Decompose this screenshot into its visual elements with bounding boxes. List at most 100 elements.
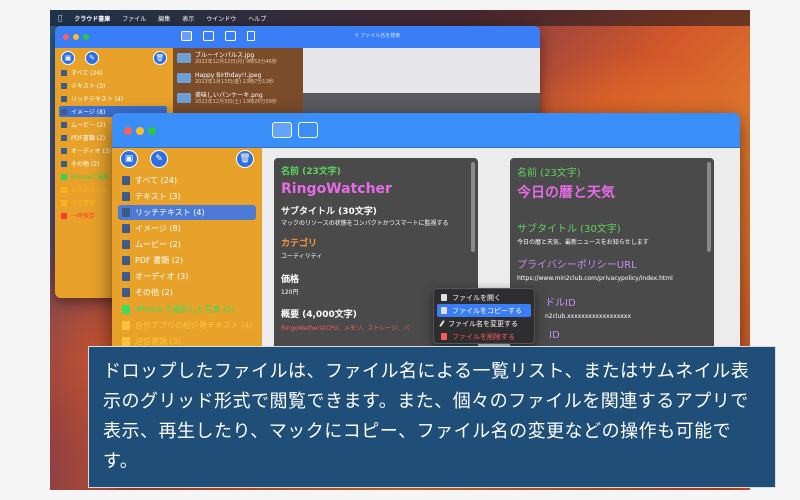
- menu-item-open-file[interactable]: ファイルを開く: [437, 291, 531, 304]
- folder-icon: [122, 176, 130, 185]
- field-value: ユーティリティ: [281, 253, 323, 260]
- scrollbar[interactable]: [707, 162, 711, 252]
- headphones-icon: [122, 272, 130, 281]
- menu-item-label: ファイルを開く: [452, 293, 501, 302]
- sidebar-item-pdf[interactable]: PDF書類 (2): [61, 133, 105, 142]
- sidebar-item-label: PDF 書類 (2): [135, 256, 184, 265]
- image-icon: [61, 108, 67, 115]
- movie-icon: [61, 121, 67, 128]
- sidebar-toggle-icon[interactable]: [225, 31, 236, 41]
- sidebar-item-label: オーディオ (3): [71, 148, 111, 155]
- menu-item-view[interactable]: 表示: [182, 14, 194, 23]
- menu-item-label: ファイルを削除する: [452, 332, 515, 341]
- folder-icon: [61, 173, 67, 180]
- apple-icon[interactable]: : [58, 14, 62, 22]
- sidebar-item-movie[interactable]: ムービー (2): [122, 239, 181, 250]
- menu-item-window[interactable]: ウインドウ: [206, 14, 236, 23]
- caption-box: ドロップしたファイルは、ファイル名による一覧リスト、またはサムネイル表示のグリッ…: [88, 346, 776, 488]
- sidebar-item-other[interactable]: その他 (2): [61, 159, 99, 168]
- sidebar-item-text[interactable]: テキスト (3): [61, 81, 105, 90]
- edit-icon[interactable]: ✎: [150, 150, 168, 168]
- sidebar-item-label: その他 (2): [71, 161, 100, 168]
- close-icon[interactable]: [124, 127, 132, 135]
- sidebar-item-iphone-photos[interactable]: iPhone で撮影した写真 (5): [122, 304, 234, 315]
- sidebar-item-iphone-photos[interactable]: iPhoneで撮影: [61, 172, 109, 181]
- sidebar-item-sent[interactable]: 送信書類: [61, 198, 95, 207]
- list-item[interactable]: 美味しいパンケーキ.png 2022年12月3日(土) 13時26分59秒: [177, 92, 277, 105]
- sidebar-item-other[interactable]: その他 (2): [122, 287, 173, 298]
- scrollbar[interactable]: [471, 162, 475, 252]
- caption-text: ドロップしたファイルは、ファイル名による一覧リスト、またはサムネイル表示のグリッ…: [103, 361, 750, 472]
- sidebar-item-movie[interactable]: ムービー (2): [61, 120, 105, 129]
- sidebar-item-label: 送信書類: [71, 200, 96, 207]
- field-value: n2club.xxxxxxxxxxxxxxxxxx: [545, 313, 632, 320]
- image-thumbnail: [177, 73, 191, 83]
- folder-icon[interactable]: ▣: [61, 51, 75, 65]
- list-item[interactable]: ブルーインパルス.jpg 2022年12月12日(月) 9時53分46秒: [177, 52, 277, 65]
- menu-item-copy-file[interactable]: ファイルをコピーする: [437, 304, 531, 317]
- zoom-icon[interactable]: [148, 127, 156, 135]
- preview-image: [303, 48, 540, 93]
- menu-item-delete-file[interactable]: ファイルを削除する: [437, 330, 531, 343]
- folder-icon: [122, 305, 130, 314]
- sidebar-item-label: 一時保存: [71, 213, 96, 220]
- sidebar-item-label: ムービー (2): [71, 122, 106, 129]
- share-icon[interactable]: [247, 31, 255, 41]
- search-placeholder: ファイル名を検索: [360, 33, 401, 39]
- folder-icon: [61, 186, 67, 193]
- context-menu: ファイルを開く ファイルをコピーする ファイル名を変更する ファイルを削除する: [433, 288, 535, 344]
- file-icon: [122, 288, 130, 297]
- menu-item-help[interactable]: ヘルプ: [248, 14, 266, 23]
- minimize-icon[interactable]: [136, 127, 144, 135]
- sidebar-item-app-text[interactable]: 自作アプリの紹介用テキスト (4): [122, 320, 253, 331]
- folder-icon[interactable]: ▣: [120, 150, 138, 168]
- image-thumbnail: [177, 53, 191, 63]
- trash-icon: [441, 333, 447, 340]
- menu-item-label: ファイルをコピーする: [452, 306, 522, 315]
- sidebar-item-label: テキスト (3): [135, 192, 181, 201]
- grid-view-icon[interactable]: [298, 122, 318, 138]
- sidebar-item-label: テキスト (3): [71, 83, 106, 90]
- sidebar-item-app-text[interactable]: 自作アプリの: [61, 185, 107, 194]
- trash-icon[interactable]: 🗑: [236, 150, 254, 168]
- close-icon[interactable]: [63, 34, 69, 40]
- file-date: 2023年1月13日(金) 13時7分13秒: [195, 79, 274, 85]
- menu-item-edit[interactable]: 編集: [158, 14, 170, 23]
- sidebar-item-image[interactable]: イメージ (8): [122, 223, 181, 234]
- minimize-icon[interactable]: [73, 34, 79, 40]
- sidebar-item-label: すべて (24): [135, 176, 178, 185]
- search-input[interactable]: ⚲ ファイル名を検索: [355, 32, 495, 42]
- window-controls: [124, 127, 156, 135]
- field-label: 名前 (23文字): [281, 167, 341, 177]
- zoom-icon[interactable]: [83, 34, 89, 40]
- file-name: ブルーインパルス.jpg: [195, 52, 255, 59]
- sidebar-item-all[interactable]: すべて (24): [61, 68, 103, 77]
- richtext-icon: [61, 95, 67, 102]
- sidebar-item-audio[interactable]: オーディオ (3): [61, 146, 111, 155]
- sidebar-item-text[interactable]: テキスト (3): [122, 191, 181, 202]
- sidebar-item-richtext[interactable]: リッチテキスト (4): [61, 94, 123, 103]
- open-file-icon: [441, 294, 447, 301]
- edit-icon[interactable]: ✎: [85, 51, 99, 65]
- menu-item-file[interactable]: ファイル: [122, 14, 146, 23]
- sidebar-item-audio[interactable]: オーディオ (3): [122, 271, 188, 282]
- sidebar-item-label: iPhone で撮影した写真 (5): [135, 305, 235, 314]
- menu-item-rename-file[interactable]: ファイル名を変更する: [437, 317, 531, 330]
- list-view-icon[interactable]: [272, 122, 292, 138]
- sidebar-item-temp[interactable]: 一時保存: [61, 211, 95, 220]
- text-icon: [122, 192, 130, 201]
- field-value: マックのリソースの状態をコンパクトかつスマートに監視する: [281, 220, 449, 227]
- sidebar-item-pdf[interactable]: PDF 書類 (2): [122, 255, 183, 266]
- field-value: 今日の暦と天気、最新ニュースをお知らせします: [517, 239, 649, 246]
- sidebar-item-all[interactable]: すべて (24): [122, 175, 177, 186]
- file-name: 美味しいパンケーキ.png: [195, 92, 263, 99]
- list-view-icon[interactable]: [181, 31, 192, 41]
- pdf-icon: [61, 134, 67, 141]
- field-label: サブタイトル (30文字): [517, 224, 621, 235]
- grid-view-icon[interactable]: [203, 31, 214, 41]
- menu-app-name[interactable]: クラウド書庫: [74, 14, 110, 23]
- trash-icon[interactable]: 🗑: [153, 51, 167, 65]
- field-label: 名前 (23文字): [517, 168, 581, 179]
- sidebar-item-richtext[interactable]: リッチテキスト (4): [118, 205, 256, 220]
- list-item[interactable]: Happy Birthday!!.jpeg 2023年1月13日(金) 13時7分…: [177, 72, 274, 85]
